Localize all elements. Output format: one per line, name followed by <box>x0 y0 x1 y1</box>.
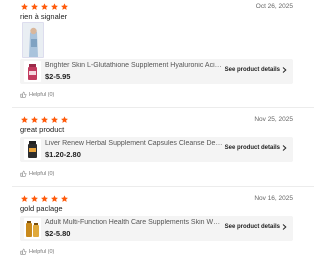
review-text: great product <box>20 125 65 134</box>
product-name[interactable]: Adult Multi-Function Health Care Supplem… <box>45 219 223 226</box>
see-product-details-link[interactable]: See product details <box>225 145 287 151</box>
star-icon <box>21 116 28 123</box>
product-thumbnail <box>24 61 41 82</box>
chevron-right-icon <box>282 145 287 151</box>
star-icon <box>21 195 28 202</box>
star-icon <box>21 3 28 10</box>
review-divider <box>12 186 314 187</box>
product-card[interactable]: Adult Multi-Function Health Care Supplem… <box>20 216 293 241</box>
review-photo[interactable] <box>22 22 44 58</box>
see-details-label: See product details <box>224 67 280 73</box>
star-icon <box>31 116 38 123</box>
product-thumbnail <box>24 139 41 160</box>
star-icon <box>51 195 58 202</box>
review-divider <box>12 107 314 108</box>
product-card[interactable]: Brighter Skin L-Glutathione Supplement H… <box>20 59 293 84</box>
star-rating <box>20 3 69 11</box>
star-icon <box>61 195 68 202</box>
helpful-button[interactable]: Helpful (0) <box>20 248 54 255</box>
thumbs-up-icon <box>20 91 27 98</box>
star-rating <box>20 116 69 124</box>
review-date: Oct 26, 2025 <box>255 3 293 10</box>
see-product-details-link[interactable]: See product details <box>225 224 287 230</box>
review-date: Nov 16, 2025 <box>254 195 293 202</box>
review-card: Oct 26, 2025 rien à signaler Brighter Sk… <box>0 3 300 100</box>
photo-image <box>23 23 43 57</box>
product-price: $2-5.80 <box>45 229 71 238</box>
star-icon <box>41 195 48 202</box>
helpful-button[interactable]: Helpful (0) <box>20 170 54 177</box>
star-icon <box>51 116 58 123</box>
star-icon <box>41 3 48 10</box>
review-card: Nov 25, 2025 great product Liver Renew H… <box>0 116 300 184</box>
product-bottle-image <box>24 218 41 239</box>
star-rating <box>20 195 69 203</box>
chevron-right-icon <box>282 67 287 73</box>
star-icon <box>41 116 48 123</box>
product-bottle-image <box>24 61 41 82</box>
review-text: gold paclage <box>20 204 63 213</box>
helpful-button[interactable]: Helpful (0) <box>20 91 54 98</box>
helpful-count: Helpful (0) <box>29 248 55 255</box>
helpful-count: Helpful (0) <box>29 91 55 98</box>
see-product-details-link[interactable]: See product details <box>225 67 287 73</box>
product-price: $1.20-2.80 <box>45 150 81 159</box>
star-icon <box>51 3 58 10</box>
chevron-right-icon <box>282 224 287 230</box>
review-card: Nov 16, 2025 gold paclage Adult Multi-Fu… <box>0 195 300 256</box>
see-details-label: See product details <box>224 145 280 151</box>
review-text: rien à signaler <box>20 12 68 21</box>
product-bottle-image <box>24 139 41 160</box>
product-card[interactable]: Liver Renew Herbal Supplement Capsules C… <box>20 137 293 162</box>
star-icon <box>61 3 68 10</box>
see-details-label: See product details <box>224 224 280 230</box>
star-icon <box>31 3 38 10</box>
product-name[interactable]: Liver Renew Herbal Supplement Capsules C… <box>45 140 223 147</box>
star-icon <box>31 195 38 202</box>
star-icon <box>61 116 68 123</box>
helpful-count: Helpful (0) <box>29 170 55 177</box>
review-date: Nov 25, 2025 <box>254 116 293 123</box>
product-price: $2-5.95 <box>45 72 71 81</box>
thumbs-up-icon <box>20 170 27 177</box>
product-thumbnail <box>24 218 41 239</box>
product-name[interactable]: Brighter Skin L-Glutathione Supplement H… <box>45 62 223 69</box>
thumbs-up-icon <box>20 248 27 255</box>
